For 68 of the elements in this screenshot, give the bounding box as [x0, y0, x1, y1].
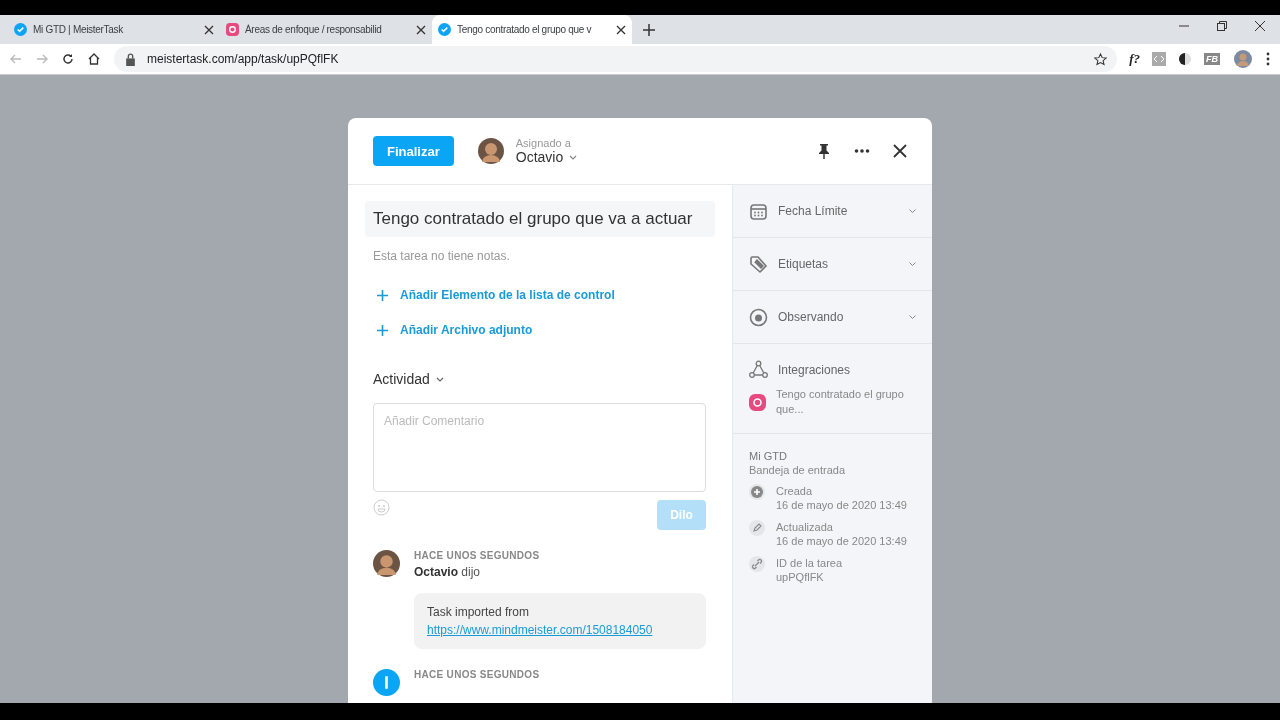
meta-label: Actualizada — [776, 520, 834, 534]
menu-icon[interactable] — [1266, 52, 1270, 66]
avatar-icon[interactable] — [1234, 50, 1252, 68]
close-icon[interactable] — [1254, 19, 1266, 32]
assignee-label: Asignado a — [515, 137, 572, 149]
section-label: Integraciones — [778, 362, 851, 377]
meta-value: 16 de mayo de 2020 13:49 — [776, 498, 907, 512]
close-icon[interactable] — [616, 24, 626, 35]
add-link[interactable]: Añadir Archivo adjunto — [377, 323, 715, 337]
add-link[interactable]: Añadir Elemento de la lista de control — [377, 288, 715, 302]
lock-icon — [124, 52, 137, 66]
contrast-icon[interactable] — [1178, 52, 1192, 66]
close-icon[interactable] — [204, 24, 214, 35]
timestamp: HACE UNOS SEGUNDOS — [414, 669, 541, 680]
link-icon — [749, 556, 765, 572]
meta-value: 16 de mayo de 2020 13:49 — [776, 534, 907, 548]
meta-value: upPQflFK — [776, 570, 825, 584]
caret-icon — [569, 154, 578, 160]
caret-icon — [435, 376, 444, 382]
meta-label: Creada — [776, 484, 814, 498]
browser-tab[interactable]: Tengo contratado el grupo que v — [432, 15, 632, 44]
check-icon — [14, 23, 27, 36]
comment-link[interactable]: https://www.mindmeister.com/1508184050 — [427, 621, 653, 639]
avatar-icon — [477, 138, 504, 164]
plus-icon — [377, 289, 388, 301]
star-icon[interactable] — [1094, 52, 1108, 66]
tag-icon — [749, 254, 768, 274]
info-icon — [373, 669, 400, 696]
comment-author: Octavio dijo — [414, 565, 482, 579]
plus-icon — [749, 484, 765, 500]
assignee-dropdown[interactable]: Octavio — [515, 149, 578, 165]
sidebar-section[interactable]: Etiquetas — [733, 238, 932, 291]
sidebar-section[interactable]: Fecha Límite — [733, 185, 932, 238]
meta-label: ID de la tarea — [776, 556, 843, 570]
integrations-icon — [749, 360, 768, 379]
timestamp: HACE UNOS SEGUNDOS — [414, 550, 541, 561]
mindmap-icon — [749, 393, 766, 411]
reload-icon[interactable] — [62, 53, 74, 65]
close-icon[interactable] — [892, 143, 908, 159]
restore-icon[interactable] — [1216, 19, 1228, 32]
browser-tab[interactable]: Mi GTD | MeisterTask — [8, 15, 220, 44]
integration-link[interactable]: Tengo contratado el grupo que... — [776, 387, 916, 417]
close-icon[interactable] — [416, 24, 426, 35]
plus-icon — [377, 324, 388, 336]
section-name: Bandeja de entrada — [749, 464, 847, 476]
activity-dropdown[interactable]: Actividad — [373, 371, 715, 387]
sidebar-section[interactable]: Observando — [733, 291, 932, 344]
caret-icon — [909, 262, 916, 266]
comment-text: Task imported from — [427, 604, 530, 621]
address-bar[interactable]: meistertask.com/app/task/upPQflFK — [114, 46, 1118, 72]
pencil-icon — [749, 520, 765, 536]
eye-icon — [749, 307, 768, 327]
caret-icon — [909, 315, 916, 319]
browser-tab[interactable]: Áreas de enfoque / responsabilid — [220, 15, 432, 44]
project-name: Mi GTD — [749, 450, 788, 462]
new-tab-icon[interactable] — [642, 23, 656, 37]
pin-icon[interactable] — [816, 143, 832, 159]
avatar-icon — [373, 550, 400, 577]
notes-text: Esta tarea no tiene notas. — [373, 249, 511, 263]
home-icon[interactable] — [88, 53, 100, 65]
calendar-icon — [749, 201, 768, 221]
extension-button[interactable]: FB — [1204, 53, 1220, 65]
check-icon — [438, 23, 451, 36]
extension-button[interactable]: f? — [1129, 51, 1140, 67]
url-text: meistertask.com/app/task/upPQflFK — [147, 52, 340, 66]
task-title-field[interactable]: Tengo contratado el grupo que va a actuar — [365, 201, 715, 237]
mindmap-icon — [226, 23, 239, 36]
caret-icon — [909, 209, 916, 213]
